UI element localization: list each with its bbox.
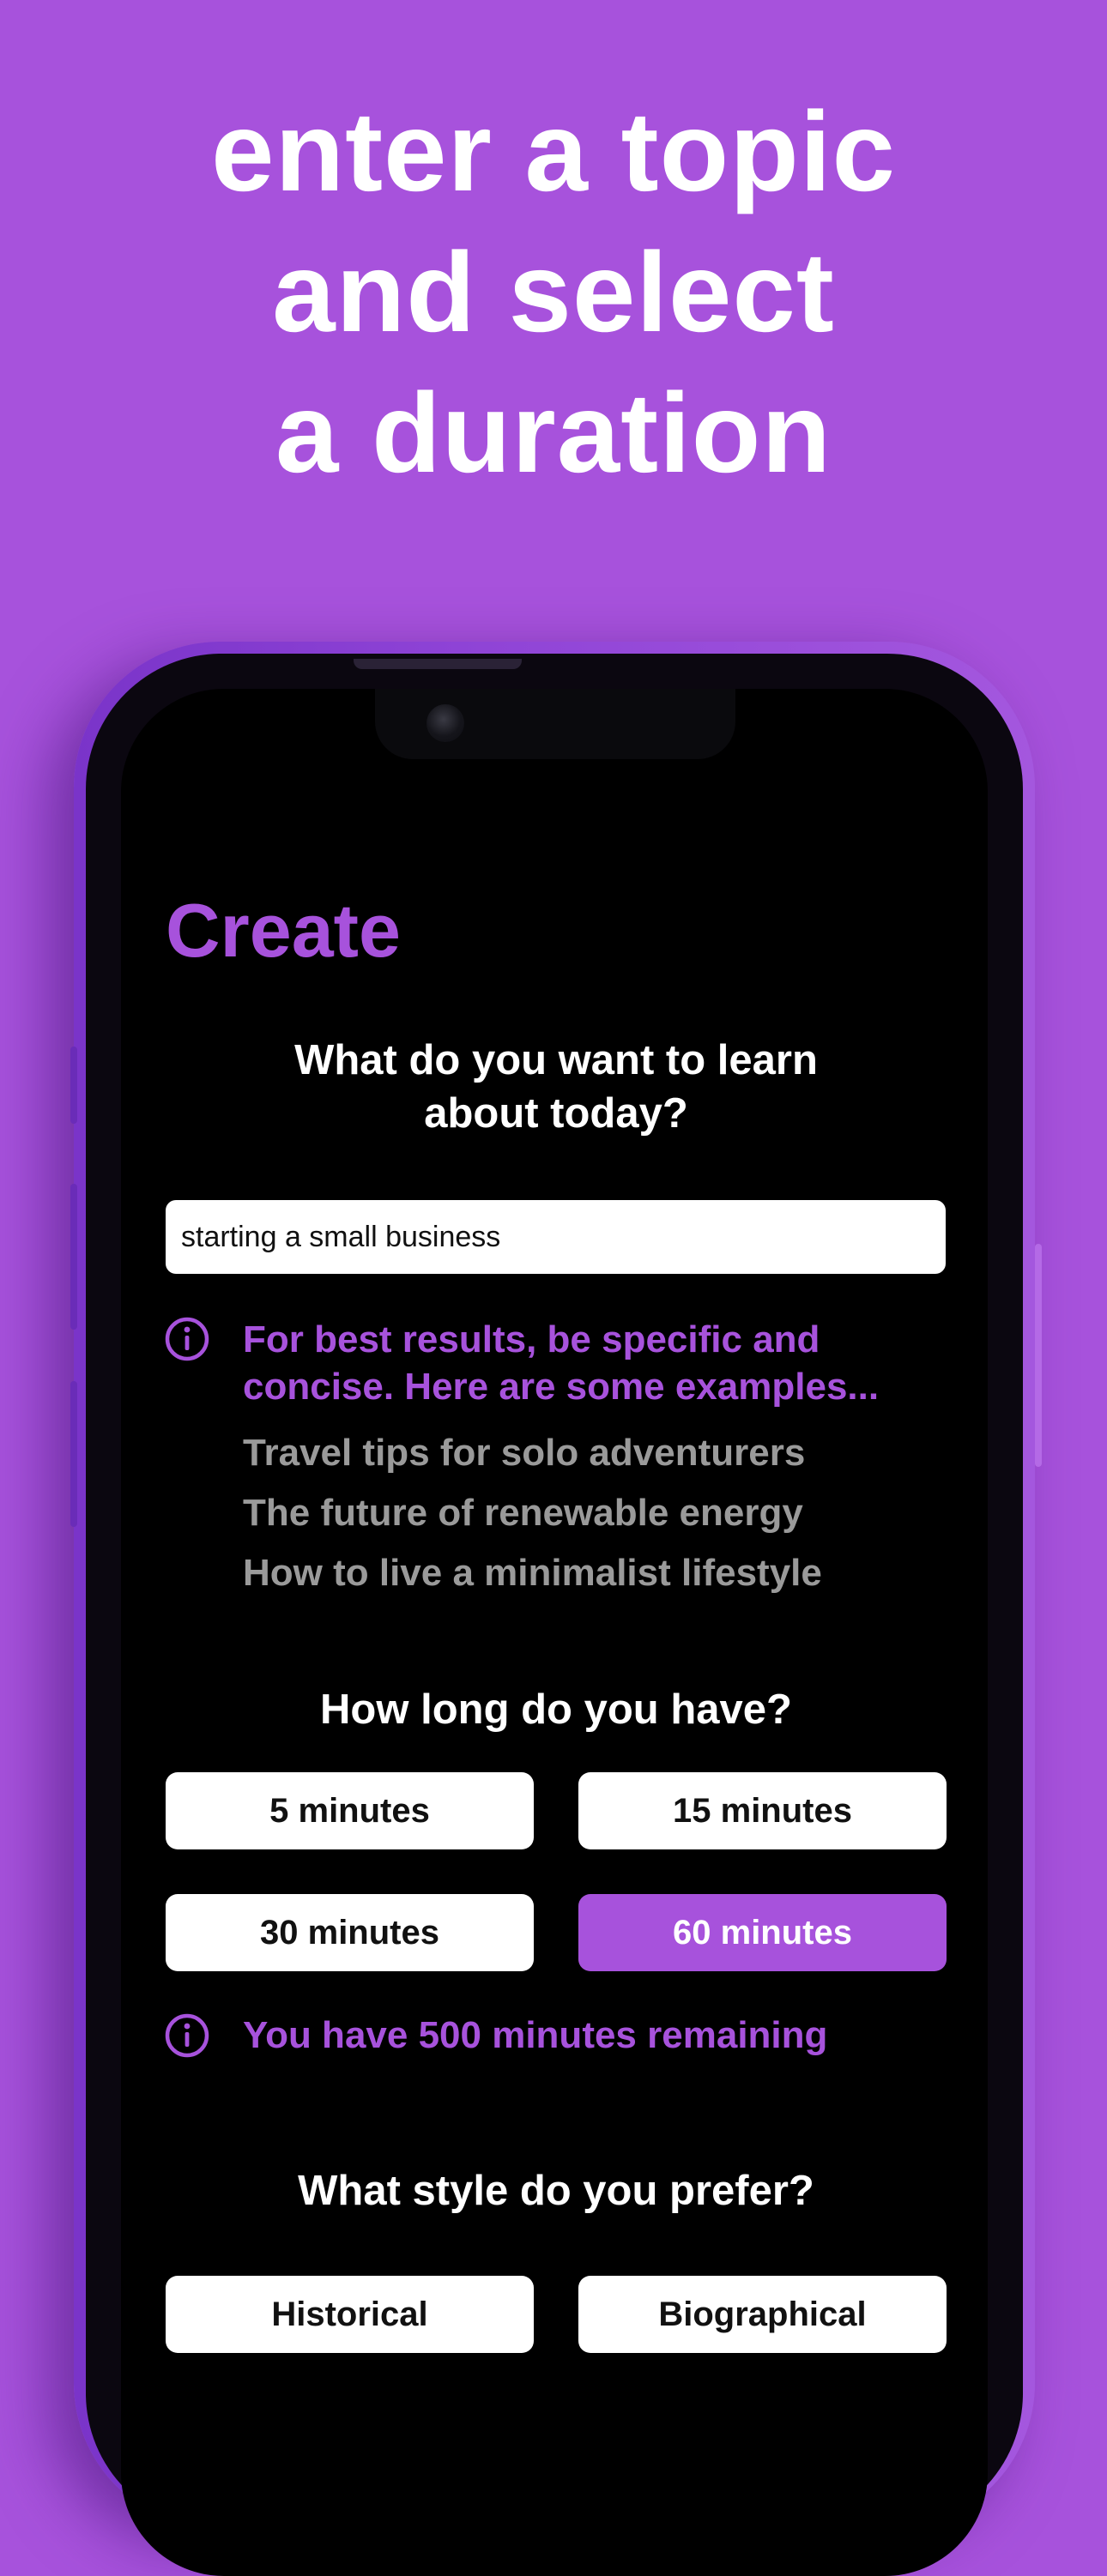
info-icon <box>165 1317 209 1361</box>
headline-line-3: a duration <box>275 370 832 496</box>
camera-icon <box>426 704 464 742</box>
page-title: Create <box>166 888 401 973</box>
duration-option-15-minutes[interactable]: 15 minutes <box>578 1772 947 1849</box>
example-item[interactable]: Travel tips for solo adventurers <box>243 1429 805 1476</box>
topic-input[interactable] <box>166 1200 946 1274</box>
duration-option-60-minutes[interactable]: 60 minutes <box>578 1894 947 1971</box>
mute-switch <box>70 1047 77 1124</box>
example-item[interactable]: The future of renewable energy <box>243 1489 803 1536</box>
volume-down-button <box>70 1381 77 1527</box>
topic-question-line-2: about today? <box>424 1090 688 1137</box>
speaker-grille <box>354 659 522 669</box>
minutes-remaining-text: You have 500 minutes remaining <box>243 2014 828 2056</box>
style-question: What style do you prefer? <box>298 2168 814 2214</box>
example-item[interactable]: How to live a minimalist lifestyle <box>243 1549 822 1596</box>
power-button <box>1035 1244 1042 1467</box>
headline-line-1: enter a topic <box>211 88 896 214</box>
tip-line-2: concise. Here are some examples... <box>243 1366 880 1408</box>
headline: enter a topic and select a duration <box>0 81 1107 504</box>
style-option-historical[interactable]: Historical <box>166 2276 534 2353</box>
headline-line-2: and select <box>272 229 835 355</box>
tip-line-1: For best results, be specific and <box>243 1318 820 1360</box>
notch <box>375 689 735 759</box>
volume-up-button <box>70 1184 77 1330</box>
info-icon <box>165 2013 209 2058</box>
style-option-biographical[interactable]: Biographical <box>578 2276 947 2353</box>
topic-question-line-1: What do you want to learn <box>294 1037 818 1083</box>
topic-question: What do you want to learn about today? <box>165 1034 947 1140</box>
duration-option-5-minutes[interactable]: 5 minutes <box>166 1772 534 1849</box>
tip-text: For best results, be specific and concis… <box>243 1316 879 1410</box>
duration-question: How long do you have? <box>320 1686 792 1733</box>
duration-option-30-minutes[interactable]: 30 minutes <box>166 1894 534 1971</box>
